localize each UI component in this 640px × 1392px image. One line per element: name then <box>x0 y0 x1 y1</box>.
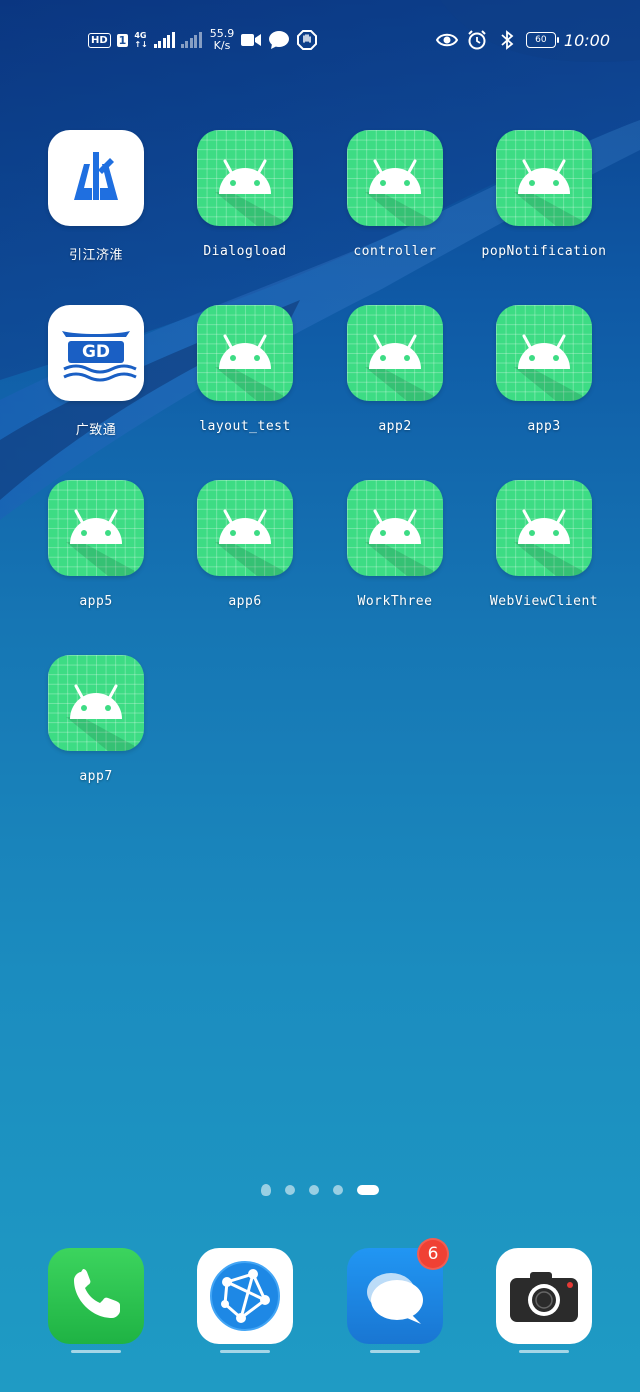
app-yinjiangjihuai[interactable]: 引江济淮 <box>21 130 171 290</box>
clock: 10:00 <box>563 30 610 50</box>
android-icon <box>197 305 293 401</box>
phone-icon <box>48 1248 144 1344</box>
dock-phone[interactable] <box>48 1248 144 1358</box>
eye-icon <box>435 30 458 50</box>
network-speed: 55.9 K/s <box>210 28 235 52</box>
video-camera-icon <box>240 30 262 50</box>
signal-strength-sim2-icon <box>180 32 202 48</box>
network-speed-unit: K/s <box>213 39 231 52</box>
alarm-icon <box>466 30 488 50</box>
app-popnotification[interactable]: popNotification <box>469 130 619 290</box>
android-icon <box>347 130 443 226</box>
app-label: WorkThree <box>357 594 433 609</box>
bluetooth-icon <box>496 30 518 50</box>
dock-underline <box>519 1350 569 1353</box>
android-icon <box>347 305 443 401</box>
app-controller[interactable]: controller <box>320 130 470 290</box>
sim-slot-icon: 1 <box>116 33 129 47</box>
network-type-label: 4G <box>134 31 147 40</box>
unread-badge: 6 <box>417 1238 449 1270</box>
gzt-logo-icon: GD <box>48 305 144 401</box>
page-dot-hint[interactable] <box>261 1184 271 1196</box>
yjjh-logo-icon <box>48 130 144 226</box>
app-label: app3 <box>527 419 561 434</box>
page-dot[interactable] <box>333 1185 343 1195</box>
app-label: layout_test <box>199 419 291 434</box>
dock-browser[interactable] <box>197 1248 293 1358</box>
android-icon <box>496 130 592 226</box>
app-dialogload[interactable]: Dialogload <box>170 130 320 290</box>
android-icon <box>48 655 144 751</box>
browser-icon <box>197 1248 293 1344</box>
app-label: app2 <box>378 419 412 434</box>
app-app2[interactable]: app2 <box>320 305 470 465</box>
chat-bubble-icon <box>268 30 290 50</box>
dock-underline <box>71 1350 121 1353</box>
dock-underline <box>220 1350 270 1353</box>
network-type: 4G ↑↓ <box>134 31 147 49</box>
page-dot-active[interactable] <box>357 1185 379 1195</box>
android-icon <box>496 480 592 576</box>
dock-underline <box>370 1350 420 1353</box>
signal-strength-icon <box>153 32 175 48</box>
page-indicator[interactable] <box>0 1184 640 1196</box>
battery-level: 60 <box>535 35 547 45</box>
app-guangzhitong[interactable]: GD 广致通 <box>21 305 171 465</box>
app-label: controller <box>353 244 437 259</box>
hd-voice-icon: HD <box>88 32 111 48</box>
app-app7[interactable]: app7 <box>21 655 171 815</box>
hand-icon <box>296 30 318 50</box>
page-dot[interactable] <box>309 1185 319 1195</box>
messages-icon: 6 <box>347 1238 449 1344</box>
android-icon <box>197 480 293 576</box>
status-bar: HD 1 4G ↑↓ 55.9 K/s 60 10:00 <box>0 0 640 80</box>
app-webviewclient[interactable]: WebViewClient <box>469 480 619 640</box>
app-workthree[interactable]: WorkThree <box>320 480 470 640</box>
app-label: app6 <box>228 594 262 609</box>
dock: 6 <box>0 1238 640 1358</box>
battery-icon: 60 <box>525 32 559 48</box>
gzt-logo-text: GD <box>81 342 111 362</box>
app-label: WebViewClient <box>489 594 599 609</box>
app-layout-test[interactable]: layout_test <box>170 305 320 465</box>
camera-icon <box>496 1248 592 1344</box>
android-icon <box>347 480 443 576</box>
app-app6[interactable]: app6 <box>170 480 320 640</box>
app-label: Dialogload <box>203 244 287 259</box>
android-icon <box>496 305 592 401</box>
android-icon <box>197 130 293 226</box>
app-app3[interactable]: app3 <box>469 305 619 465</box>
status-left: HD 1 4G ↑↓ 55.9 K/s <box>88 24 318 56</box>
network-activity-label: ↑↓ <box>134 40 148 49</box>
app-label: app7 <box>79 769 113 784</box>
dock-messages[interactable]: 6 <box>347 1238 449 1358</box>
app-app5[interactable]: app5 <box>21 480 171 640</box>
app-label: 引江济淮 <box>68 248 123 263</box>
app-label: app5 <box>79 594 113 609</box>
status-right: 60 10:00 <box>435 24 610 56</box>
app-label: 广致通 <box>75 423 117 438</box>
app-label: popNotification <box>481 244 607 259</box>
dock-camera[interactable] <box>496 1248 592 1358</box>
android-icon <box>48 480 144 576</box>
page-dot[interactable] <box>285 1185 295 1195</box>
